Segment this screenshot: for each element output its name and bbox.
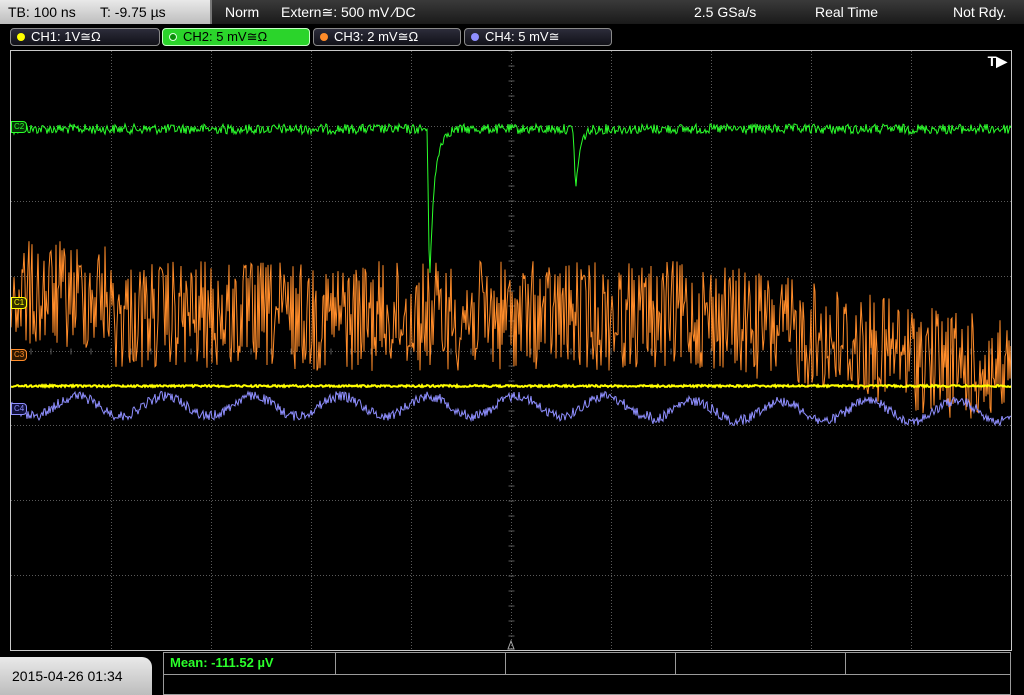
trigger-state: Not Rdy. <box>953 4 1007 20</box>
ch3-label: CH3: 2 mV≅Ω <box>334 29 419 44</box>
ch2-label: CH2: 5 mV≅Ω <box>183 29 268 44</box>
measurement-cell-empty[interactable] <box>506 653 676 674</box>
measurement-panel[interactable]: Mean: -111.52 µV <box>163 652 1011 695</box>
ch2-offset-marker[interactable]: C2 <box>11 121 28 133</box>
trigger-settings[interactable]: Extern≅: 500 mV ∕DC <box>281 0 416 24</box>
acquisition-type: Real Time <box>815 4 879 20</box>
ch4-button[interactable]: CH4: 5 mV≅ <box>464 28 612 46</box>
measurement-cell-empty[interactable] <box>846 653 1011 674</box>
waveform-canvas <box>11 51 1011 650</box>
measurement-cell-empty[interactable] <box>336 653 506 674</box>
waveform-display[interactable]: T▶ C2 C1 C3 C4 <box>10 50 1012 651</box>
trigger-indicator[interactable]: T▶ <box>988 53 1007 70</box>
graticule-grid <box>11 51 1011 650</box>
ch4-offset-marker[interactable]: C4 <box>11 403 28 415</box>
ch1-color-dot <box>17 33 25 41</box>
ch3-button[interactable]: CH3: 2 mV≅Ω <box>313 28 461 46</box>
date-time: 2015-04-26 01:34 <box>0 657 152 695</box>
status-bar: TB: 100 ns T: -9.75 µs Norm Extern≅: 500… <box>0 0 1024 24</box>
ch1-button[interactable]: CH1: 1V≅Ω <box>10 28 160 46</box>
ch1-trace <box>11 382 1011 389</box>
acquisition-mode[interactable]: Norm <box>225 0 259 24</box>
ch4-label: CH4: 5 mV≅ <box>485 29 560 44</box>
sample-rate: 2.5 GSa/s <box>694 4 757 20</box>
ch3-color-dot <box>320 33 328 41</box>
mean-measurement: Mean: -111.52 µV <box>170 655 274 670</box>
trigger-offset-readout: T: -9.75 µs <box>100 4 166 20</box>
ch2-color-dot <box>169 33 177 41</box>
ch3-offset-marker[interactable]: C3 <box>11 349 28 361</box>
measurement-cell-empty[interactable] <box>676 653 846 674</box>
ch1-label: CH1: 1V≅Ω <box>31 29 101 44</box>
ch4-color-dot <box>471 33 479 41</box>
measurement-cell[interactable]: Mean: -111.52 µV <box>164 653 336 674</box>
timebase-readout: TB: 100 ns <box>8 4 76 20</box>
timebase-box[interactable]: TB: 100 ns T: -9.75 µs <box>0 0 212 24</box>
ch1-offset-marker[interactable]: C1 <box>11 297 28 309</box>
ch2-button[interactable]: CH2: 5 mV≅Ω <box>162 28 310 46</box>
measurement-row-divider <box>164 674 1010 675</box>
